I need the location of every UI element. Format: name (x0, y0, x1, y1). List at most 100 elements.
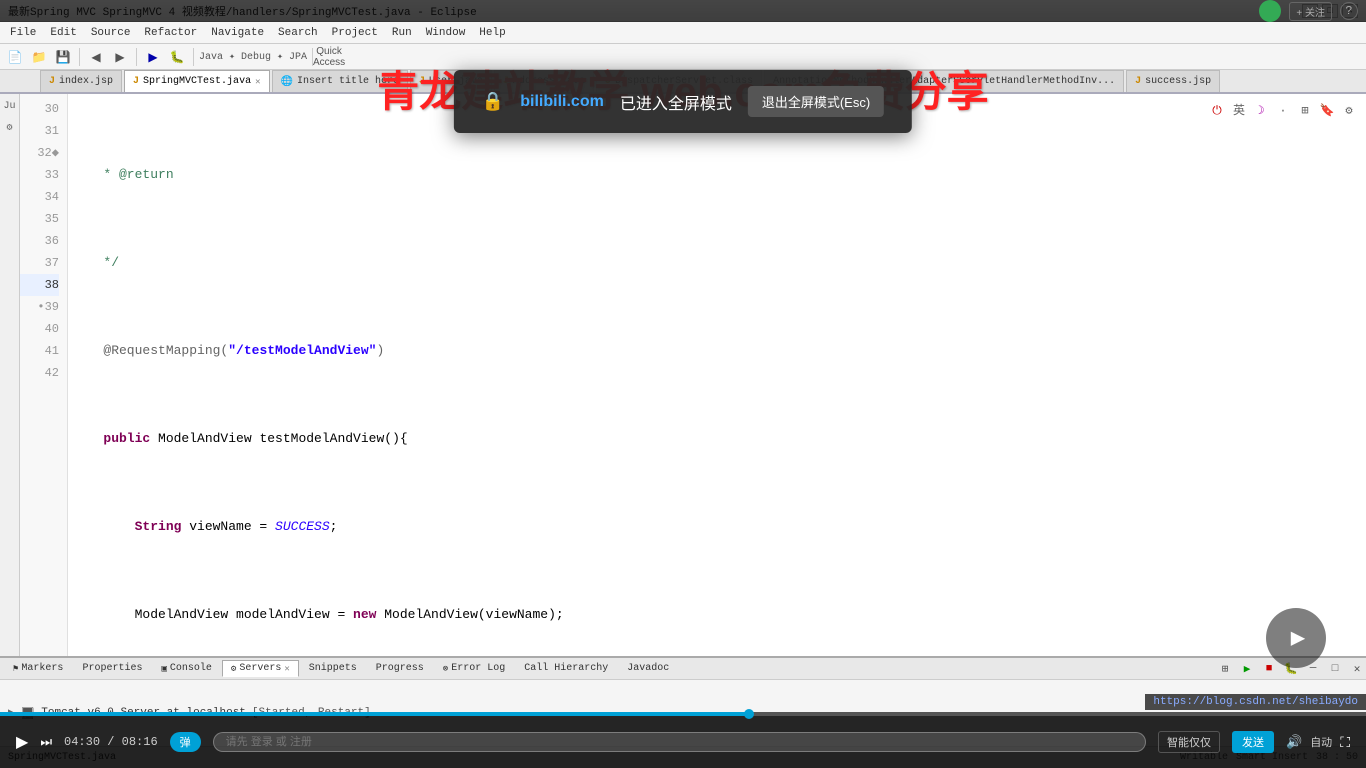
bottom-tab-servers[interactable]: ⚙ Servers ✕ (222, 660, 299, 677)
menu-file[interactable]: File (4, 25, 42, 41)
tab-success-jsp[interactable]: J success.jsp (1126, 70, 1220, 92)
menu-navigate[interactable]: Navigate (205, 25, 270, 41)
menu-project[interactable]: Project (326, 25, 384, 41)
code-editor[interactable]: 30 31 32◆ 33 34 35 36 37 38 •39 40 41 42 (20, 94, 1366, 656)
dot-icon[interactable]: · (1274, 102, 1292, 120)
tab-label-springmvc: SpringMVCTest.java (143, 76, 251, 87)
player-right-controls: 🔊 自动 ⛶ (1286, 734, 1350, 751)
toolbar-forward[interactable]: ▶ (109, 46, 131, 68)
line-num-38: 38 (20, 274, 59, 296)
line-num-40: 40 (20, 318, 59, 340)
grid-icon[interactable]: ⊞ (1296, 102, 1314, 120)
toolbar-run[interactable]: ▶ (142, 46, 164, 68)
help-icon[interactable]: ? (1340, 2, 1358, 20)
next-button[interactable]: ⏭ (40, 734, 52, 750)
line-num-32: 32◆ (20, 142, 59, 164)
quality-btn[interactable]: 智能仅仅 (1158, 731, 1220, 753)
main-content: Ju ⚙ 30 31 32◆ 33 34 35 36 37 38 •39 40 (0, 94, 1366, 656)
bottom-tab-errorlog[interactable]: ⊗ Error Log (434, 660, 514, 677)
video-time: 04:30 / 08:16 (64, 735, 158, 749)
code-lines: * @return */ @RequestMapping("/testModel… (68, 94, 1366, 656)
toolbar-separator-1 (79, 48, 80, 66)
line-num-33: 33 (20, 164, 59, 186)
maximize-panel-icon[interactable]: □ (1326, 660, 1344, 678)
tab-insert-title[interactable]: 🌐 Insert title here (272, 70, 408, 92)
line-num-37: 37 (20, 252, 59, 274)
settings-icon[interactable]: ⚙ (1340, 102, 1358, 120)
editor-toolbar-right: ⏻ 英 ☽ · ⊞ 🔖 ⚙ (1208, 102, 1358, 120)
toolbar-quick-access[interactable]: Quick Access (318, 46, 340, 68)
code-33-content: public ModelAndView testModelAndView(){ (80, 428, 408, 450)
gutter-icon-1: Ju (2, 98, 18, 114)
play-pause-button[interactable]: ▶ (16, 732, 28, 752)
fullscreen-button[interactable]: ⛶ (1340, 734, 1350, 751)
code-line-34: String viewName = SUCCESS; (80, 516, 1366, 538)
menu-help[interactable]: Help (473, 25, 511, 41)
toolbar-debug[interactable]: 🐛 (166, 46, 188, 68)
send-btn[interactable]: 发送 (1232, 731, 1274, 753)
servers-close[interactable]: ✕ (284, 664, 289, 674)
menu-window[interactable]: Window (420, 25, 472, 41)
tab-icon-user: J (419, 76, 425, 87)
menu-edit[interactable]: Edit (44, 25, 82, 41)
bottom-tab-markers[interactable]: ⚑ Markers (4, 660, 72, 677)
bottom-tab-console[interactable]: ▣ Console (152, 660, 220, 677)
code-line-33: public ModelAndView testModelAndView(){ (80, 428, 1366, 450)
tab-index-jsp[interactable]: J index.jsp (40, 70, 122, 92)
code-line-35: ModelAndView modelAndView = new ModelAnd… (80, 604, 1366, 626)
toolbar-save[interactable]: 💾 (52, 46, 74, 68)
start-server-icon[interactable]: ▶ (1238, 660, 1256, 678)
progress-label: Progress (376, 663, 424, 674)
fullscreen-text: 已进入全屏模式 (620, 90, 732, 114)
auto-label: 自动 (1310, 734, 1332, 750)
play-button-overlay[interactable]: ▶ (1266, 608, 1326, 668)
menu-search[interactable]: Search (272, 25, 324, 41)
volume-button[interactable]: 🔊 (1286, 734, 1302, 750)
menu-source[interactable]: Source (85, 25, 137, 41)
bottom-tab-javadoc[interactable]: Javadoc (618, 660, 678, 677)
toolbar-back[interactable]: ◀ (85, 46, 107, 68)
toolbar-separator-3 (193, 48, 194, 66)
follow-button[interactable]: + 关注 (1289, 2, 1332, 21)
line-num-30: 30 (20, 98, 59, 120)
bilibili-top-bar: + 关注 ? (0, 0, 1366, 22)
console-label: Console (170, 663, 212, 674)
code-30-content: * @return (80, 164, 174, 186)
line-num-42: 42 (20, 362, 59, 384)
code-line-32: @RequestMapping("/testModelAndView") (80, 340, 1366, 362)
progress-bar[interactable] (0, 712, 1366, 716)
power-icon[interactable]: ⏻ (1208, 102, 1226, 120)
menu-refactor[interactable]: Refactor (138, 25, 203, 41)
tab-close-springmvc[interactable]: ✕ (255, 77, 260, 87)
toolbar-open[interactable]: 📁 (28, 46, 50, 68)
tab-label-success: success.jsp (1145, 76, 1211, 87)
bookmark-icon[interactable]: 🔖 (1318, 102, 1336, 120)
exit-fullscreen-button[interactable]: 退出全屏模式(Esc) (748, 86, 884, 117)
bottom-tab-progress[interactable]: Progress (367, 660, 433, 677)
bottom-tab-callhierarchy[interactable]: Call Hierarchy (515, 660, 617, 677)
tab-icon-index: J (49, 76, 55, 87)
toolbar: 📄 📁 💾 ◀ ▶ ▶ 🐛 Java ✦ Debug ✦ JPA Quick A… (0, 44, 1366, 70)
url-bar: https://blog.csdn.net/sheibaydo (1145, 694, 1366, 710)
new-server-icon[interactable]: ⊞ (1216, 660, 1234, 678)
close-panel-icon[interactable]: ✕ (1348, 660, 1366, 678)
tab-icon-success: J (1135, 76, 1141, 87)
menu-run[interactable]: Run (386, 25, 418, 41)
tab-springmvctest[interactable]: J SpringMVCTest.java ✕ (124, 70, 269, 92)
code-area: 30 31 32◆ 33 34 35 36 37 38 •39 40 41 42 (20, 94, 1366, 656)
moon-icon[interactable]: ☽ (1252, 102, 1270, 120)
total-time: 08:16 (122, 735, 158, 749)
danmu-button[interactable]: 弹 (170, 732, 201, 752)
code-35-content: ModelAndView modelAndView = new ModelAnd… (80, 604, 564, 626)
danmu-input[interactable] (213, 732, 1146, 752)
callhierarchy-label: Call Hierarchy (524, 663, 608, 674)
bilibili-domain: bilibili.com (520, 93, 604, 111)
toolbar-new[interactable]: 📄 (4, 46, 26, 68)
bottom-tabs: ⚑ Markers Properties ▣ Console ⚙ Servers… (0, 658, 1366, 680)
tab-icon-insert: 🌐 (281, 76, 293, 88)
lock-icon: 🔒 (482, 91, 504, 112)
lang-icon[interactable]: 英 (1230, 102, 1248, 120)
stop-server-icon[interactable]: ■ (1260, 660, 1278, 678)
bottom-tab-properties[interactable]: Properties (73, 660, 151, 677)
bottom-tab-snippets[interactable]: Snippets (300, 660, 366, 677)
